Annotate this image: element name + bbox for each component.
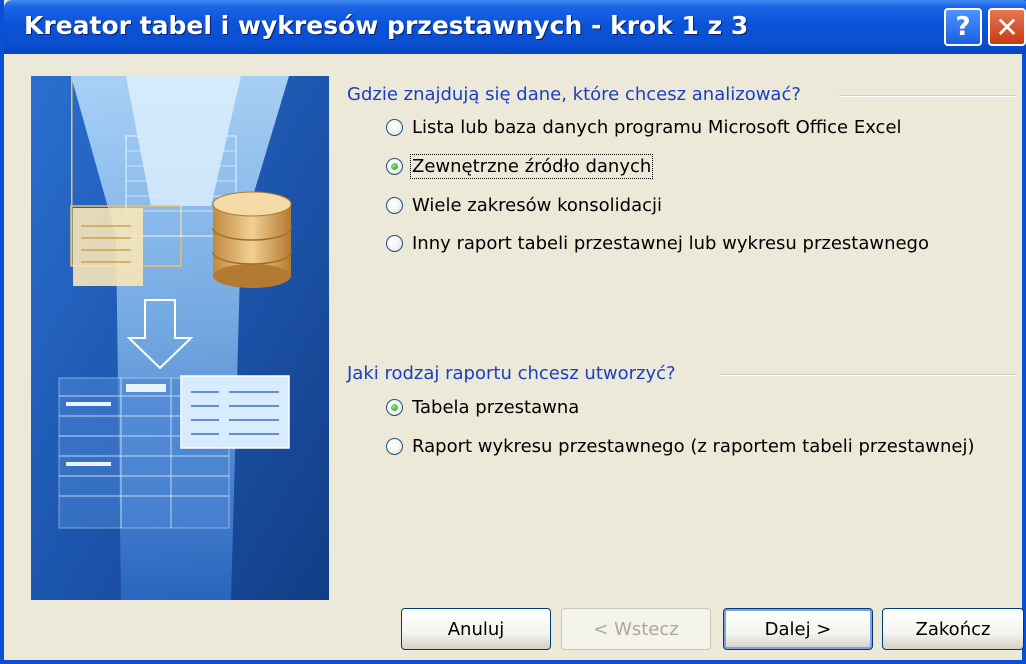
report-type-label: Jaki rodzaj raportu chcesz utworzyć? bbox=[347, 363, 676, 384]
radio-pivot-chart[interactable]: Raport wykresu przestawnego (z raportem … bbox=[386, 436, 975, 457]
radio-button[interactable] bbox=[386, 438, 403, 455]
radio-button-selected[interactable] bbox=[386, 399, 403, 416]
data-source-label: Gdzie znajdują się dane, które chcesz an… bbox=[347, 84, 801, 105]
radio-label: Zewnętrzne źródło danych bbox=[409, 154, 654, 179]
radio-consolidation-ranges[interactable]: Wiele zakresów konsolidacji bbox=[386, 195, 662, 216]
group-divider bbox=[720, 374, 1017, 376]
finish-button[interactable]: Zakończ bbox=[882, 608, 1024, 650]
radio-button[interactable] bbox=[386, 119, 403, 136]
help-icon[interactable]: ? bbox=[944, 8, 982, 46]
radio-button-selected[interactable] bbox=[386, 158, 403, 175]
back-button[interactable]: < Wstecz bbox=[561, 608, 711, 650]
radio-label: Lista lub baza danych programu Microsoft… bbox=[412, 117, 902, 138]
radio-excel-list[interactable]: Lista lub baza danych programu Microsoft… bbox=[386, 117, 902, 138]
wizard-illustration-graphic bbox=[31, 76, 329, 600]
radio-label: Tabela przestawna bbox=[412, 397, 580, 418]
radio-label: Raport wykresu przestawnego (z raportem … bbox=[412, 436, 975, 457]
window-title: Kreator tabel i wykresów przestawnych - … bbox=[24, 11, 749, 40]
radio-button[interactable] bbox=[386, 235, 403, 252]
radio-label: Inny raport tabeli przestawnej lub wykre… bbox=[412, 233, 929, 254]
cancel-button[interactable]: Anuluj bbox=[401, 608, 551, 650]
radio-other-report[interactable]: Inny raport tabeli przestawnej lub wykre… bbox=[386, 233, 929, 254]
title-bar[interactable]: Kreator tabel i wykresów przestawnych - … bbox=[4, 0, 1026, 54]
radio-external-source[interactable]: Zewnętrzne źródło danych bbox=[386, 154, 654, 179]
wizard-dialog: Kreator tabel i wykresów przestawnych - … bbox=[0, 0, 1026, 664]
group-divider bbox=[839, 95, 1017, 97]
radio-pivot-table[interactable]: Tabela przestawna bbox=[386, 397, 579, 418]
wizard-illustration bbox=[31, 76, 329, 600]
radio-label: Wiele zakresów konsolidacji bbox=[412, 195, 663, 216]
radio-button[interactable] bbox=[386, 197, 403, 214]
next-button[interactable]: Dalej > bbox=[723, 608, 873, 650]
close-icon[interactable]: ✕ bbox=[988, 8, 1026, 46]
